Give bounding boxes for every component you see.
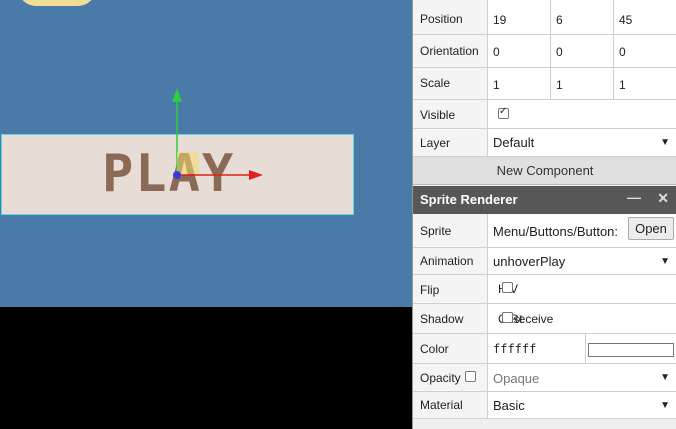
shadow-row: Shadow Cast Receive [413,304,676,334]
chevron-down-icon: ▼ [660,256,670,267]
visible-row: Visible [413,100,676,129]
position-row: Position 19 6 45 [413,0,676,35]
flip-row: Flip H V [413,275,676,304]
color-row: Color ffffff [413,334,676,364]
visible-cell [487,100,676,128]
sprite-path-field[interactable]: Menu/Buttons/Button: Open [487,214,676,247]
position-z-field[interactable]: 45 [613,0,676,34]
orientation-x-field[interactable]: 0 [487,35,550,67]
orientation-y-field[interactable]: 0 [550,35,613,67]
sprite-renderer-title: Sprite Renderer [420,192,518,207]
color-hex-field[interactable]: ffffff [487,334,585,363]
sprite-row: Sprite Menu/Buttons/Button: Open [413,214,676,248]
empty-render-area [0,307,412,429]
new-component-button[interactable]: New Component [413,157,676,185]
inspector-panel: Position 19 6 45 Orientation 0 0 0 Scale… [412,0,676,429]
scale-row: Scale 1 1 1 [413,68,676,100]
layer-label: Layer [420,136,451,150]
receive-shadow-checkbox[interactable] [502,312,513,323]
material-label: Material [420,398,463,412]
receive-shadow-label: Receive [510,312,554,326]
layer-dropdown[interactable]: Default ▼ [487,129,676,156]
minimize-icon[interactable]: — [627,189,641,205]
x-axis-arrow-icon [249,170,263,180]
shadow-cell: Cast Receive [487,304,676,333]
y-axis-arrow-icon [172,88,182,102]
flip-v-checkbox[interactable] [502,282,513,293]
animation-dropdown[interactable]: unhoverPlay ▼ [487,248,676,274]
layer-row: Layer Default ▼ [413,129,676,157]
chevron-down-icon: ▼ [660,400,670,411]
animation-row: Animation unhoverPlay ▼ [413,248,676,275]
scene-viewport[interactable]: PLAY [0,0,412,307]
color-picker-swatch[interactable] [588,343,674,357]
animation-label: Animation [420,254,474,268]
gizmo-center-icon [173,171,181,179]
opacity-checkbox[interactable] [465,371,476,382]
flip-cell: H V [487,275,676,303]
position-y-field[interactable]: 6 [550,0,613,34]
opacity-label: Opacity [420,371,461,385]
shadow-label: Shadow [420,312,464,326]
material-dropdown[interactable]: Basic ▼ [487,392,676,418]
close-icon[interactable]: ✕ [657,190,669,207]
transform-gizmo[interactable] [0,0,412,307]
orientation-z-field[interactable]: 0 [613,35,676,67]
opacity-row: Opacity Opaque ▼ [413,364,676,392]
visible-label: Visible [420,108,456,122]
open-sprite-button[interactable]: Open [628,217,674,240]
color-label: Color [420,342,449,356]
position-label: Position [420,12,463,26]
chevron-down-icon: ▼ [660,137,670,148]
sprite-renderer-header[interactable]: Sprite Renderer — ✕ [413,186,676,214]
position-x-field[interactable]: 19 [487,0,550,34]
sprite-label: Sprite [420,224,452,238]
visible-checkbox[interactable] [498,106,509,119]
orientation-label: Orientation [420,44,479,58]
chevron-down-icon: ▼ [660,372,670,383]
orientation-row: Orientation 0 0 0 [413,35,676,68]
scale-y-field[interactable]: 1 [550,68,613,99]
scale-x-field[interactable]: 1 [487,68,550,99]
flip-label: Flip [420,283,440,297]
scale-z-field[interactable]: 1 [613,68,676,99]
opacity-dropdown[interactable]: Opaque ▼ [487,364,676,391]
plane-handle [177,152,199,174]
material-row: Material Basic ▼ [413,392,676,419]
scale-label: Scale [420,76,451,90]
